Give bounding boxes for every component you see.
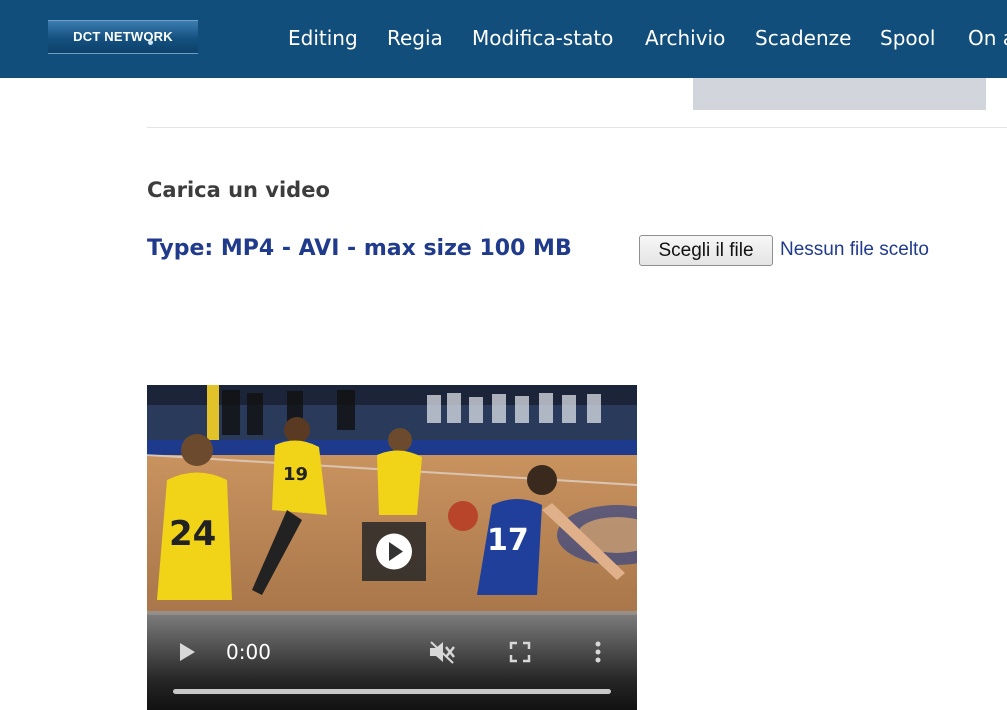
fullscreen-icon[interactable] <box>509 641 531 663</box>
play-icon[interactable] <box>177 641 197 663</box>
current-time: 0:00 <box>226 640 271 664</box>
center-play-icon <box>376 533 412 570</box>
nav-modifica-stato[interactable]: Modifica-stato <box>472 26 613 50</box>
nav-editing[interactable]: Editing <box>288 26 358 50</box>
video-player[interactable]: 24 19 17 0:00 <box>147 385 637 710</box>
upload-section-title: Carica un video <box>147 178 330 202</box>
mute-icon[interactable] <box>428 639 456 665</box>
svg-text:17: 17 <box>487 523 529 558</box>
video-controls: 0:00 <box>147 611 637 710</box>
divider <box>147 127 1007 128</box>
file-status-text: Nessun file scelto <box>780 239 929 260</box>
nav-archivio[interactable]: Archivio <box>645 26 725 50</box>
top-navigation-bar: DCT NETWORK Editing Regia Modifica-stato… <box>0 0 1007 78</box>
center-play-button[interactable] <box>362 522 426 581</box>
nav-regia[interactable]: Regia <box>387 26 443 50</box>
logo-text: DCT NETWORK <box>73 29 173 44</box>
nav-scadenze[interactable]: Scadenze <box>755 26 851 50</box>
nav-spool[interactable]: Spool <box>880 26 935 50</box>
logo-dot <box>148 40 153 45</box>
choose-file-button[interactable]: Scegli il file <box>639 235 773 266</box>
grey-placeholder-box <box>693 78 986 110</box>
nav-on-air[interactable]: On a <box>968 26 1007 50</box>
more-options-icon[interactable] <box>593 640 603 664</box>
file-type-info: Type: MP4 - AVI - max size 100 MB <box>147 236 572 261</box>
dct-network-logo[interactable]: DCT NETWORK <box>48 20 198 54</box>
video-progress-bar[interactable] <box>173 689 611 694</box>
svg-text:19: 19 <box>283 464 308 485</box>
svg-text:24: 24 <box>169 514 216 554</box>
